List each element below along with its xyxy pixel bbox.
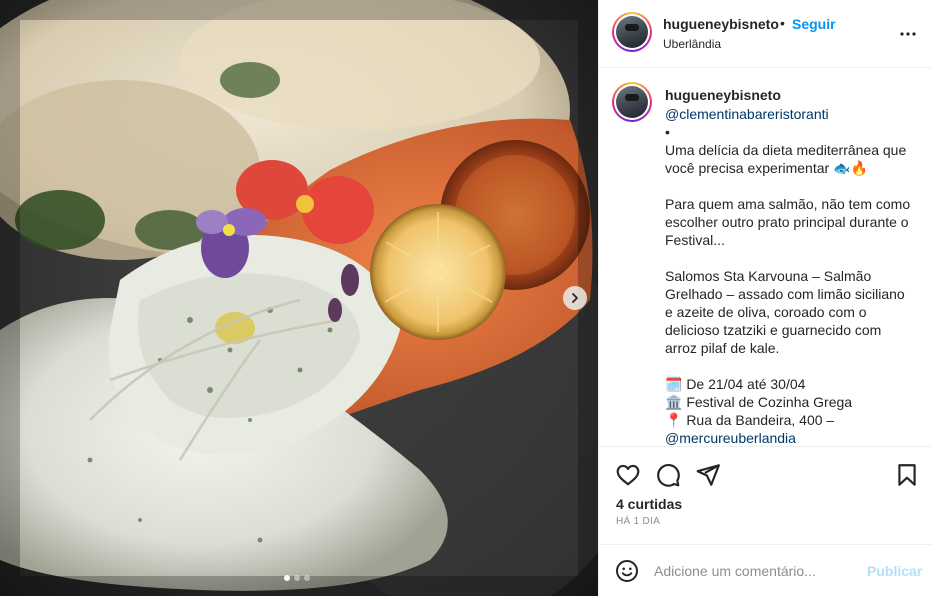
avatar-image: [616, 86, 648, 118]
caption-avatar[interactable]: [612, 82, 652, 122]
publish-button[interactable]: Publicar: [867, 563, 922, 579]
carousel-dot-2: [294, 575, 300, 581]
post-sidebar: hugueneybisneto • Seguir Uberlândia hugu…: [598, 0, 931, 596]
chevron-right-icon: [572, 293, 578, 303]
caption-date-line: 🗓️ De 21/04 até 30/04: [665, 376, 806, 392]
paper-plane-icon[interactable]: [695, 462, 721, 488]
food-photo: [0, 0, 598, 596]
more-options-icon[interactable]: [896, 22, 920, 46]
carousel-indicator: [284, 575, 310, 581]
caption-line-1: Uma delícia da dieta mediterrânea que vo…: [665, 142, 911, 176]
caption-bullet: •: [665, 124, 670, 140]
carousel-dot-1: [284, 575, 290, 581]
avatar-image: [616, 16, 648, 48]
caption-section: hugueneybisneto @clementinabareristorant…: [599, 69, 931, 445]
caption-text: @clementinabareristoranti • Uma delícia …: [665, 105, 915, 445]
comment-icon[interactable]: [655, 462, 681, 488]
follow-button[interactable]: Seguir: [792, 16, 836, 32]
caption-mention[interactable]: @clementinabareristoranti: [665, 105, 915, 123]
author-username[interactable]: hugueneybisneto: [663, 16, 779, 32]
action-bar: 4 curtidas HÁ 1 DIA: [599, 446, 931, 544]
comment-input[interactable]: [654, 560, 854, 582]
post-location[interactable]: Uberlândia: [663, 37, 721, 51]
carousel-dot-3: [304, 575, 310, 581]
bookmark-icon[interactable]: [894, 462, 920, 488]
comment-bar: Publicar: [599, 544, 931, 596]
caption-paragraph-2: Para quem ama salmão, não tem como escol…: [665, 196, 915, 248]
carousel-next-button[interactable]: [563, 286, 587, 310]
like-count[interactable]: 4 curtidas: [616, 496, 682, 512]
post-media[interactable]: [0, 0, 598, 596]
caption-paragraph-3: Salomos Sta Karvouna – Salmão Grelhado –…: [665, 268, 909, 356]
heart-icon[interactable]: [615, 462, 641, 488]
caption-mention-2[interactable]: @mercureuberlandia: [665, 429, 915, 445]
header-separator: •: [780, 15, 785, 31]
post-header: hugueneybisneto • Seguir Uberlândia: [599, 0, 931, 68]
post-timestamp[interactable]: HÁ 1 DIA: [616, 516, 660, 527]
caption-username[interactable]: hugueneybisneto: [665, 87, 781, 103]
caption-address-line: 📍 Rua da Bandeira, 400 –: [665, 412, 835, 428]
caption-venue-line: 🏛️ Festival de Cozinha Grega: [665, 394, 853, 410]
smiley-icon[interactable]: [615, 559, 639, 583]
author-avatar[interactable]: [612, 12, 652, 52]
